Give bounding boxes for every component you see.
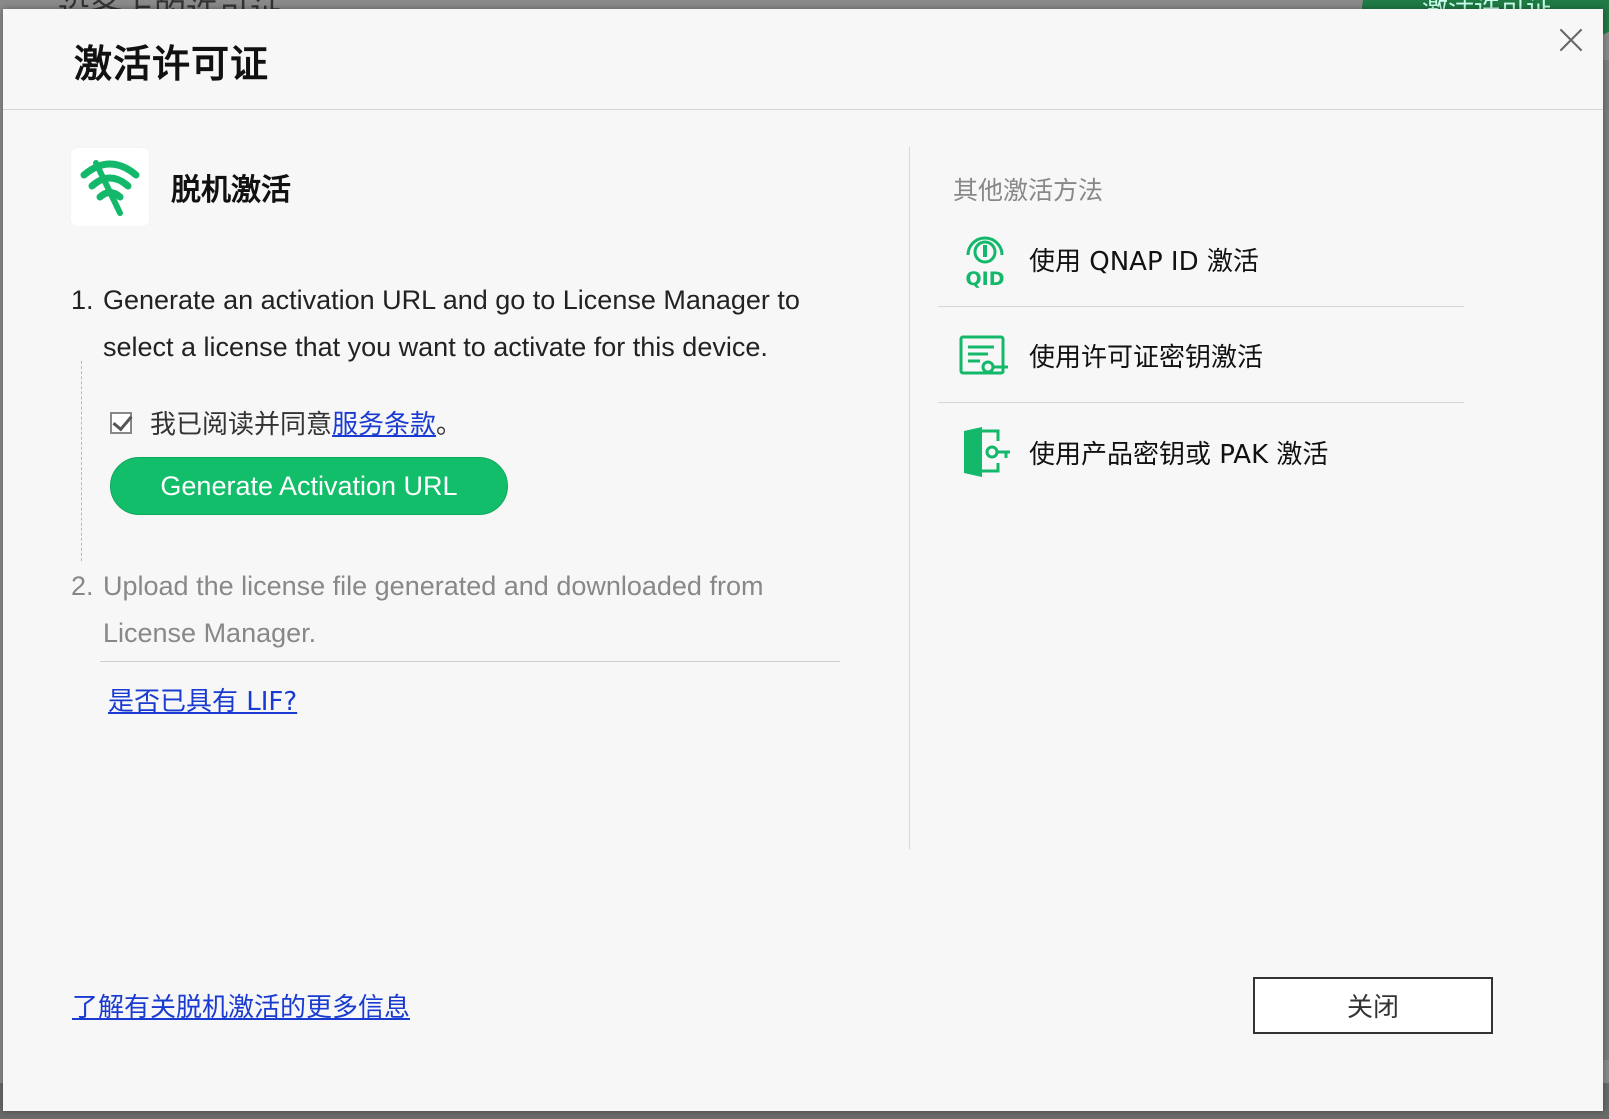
terms-of-service-link[interactable]: 服务条款: [332, 404, 436, 441]
close-button[interactable]: 关闭: [1253, 977, 1493, 1034]
offline-activation-info-link[interactable]: 了解有关脱机激活的更多信息: [72, 987, 410, 1024]
terms-suffix: 。: [436, 410, 463, 440]
offline-activation-title: 脱机激活: [171, 173, 291, 208]
terms-checkbox[interactable]: [110, 411, 132, 434]
generate-activation-url-button[interactable]: Generate Activation URL: [110, 457, 508, 515]
step-1-text: Generate an activation URL and go to Lic…: [103, 285, 800, 362]
method-license-key[interactable]: 使用许可证密钥激活: [938, 309, 1464, 403]
dialog-title: 激活许可证: [74, 42, 270, 86]
offline-activation-header: 脱机激活: [71, 147, 291, 227]
qid-icon: QID: [955, 230, 1015, 290]
step-connector: [81, 361, 82, 561]
method-qnap-id[interactable]: QID 使用 QNAP ID 激活: [938, 213, 1464, 307]
terms-agreement-row: 我已阅读并同意 服务条款 。: [110, 404, 462, 441]
have-lif-link[interactable]: 是否已具有 LIF?: [108, 681, 297, 718]
svg-text:QID: QID: [966, 268, 1005, 289]
method-license-key-label: 使用许可证密钥激活: [1029, 343, 1264, 373]
dialog-header: 激活许可证: [3, 9, 1603, 110]
method-product-key-label: 使用产品密钥或 PAK 激活: [1029, 439, 1329, 470]
terms-prefix: 我已阅读并同意: [150, 410, 333, 440]
step-2: 2. Upload the license file generated and…: [71, 563, 831, 657]
method-product-key[interactable]: 使用产品密钥或 PAK 激活: [938, 405, 1464, 499]
step-1-number: 1.: [71, 285, 94, 315]
close-icon[interactable]: [1551, 21, 1591, 61]
column-divider: [909, 147, 910, 849]
divider: [100, 661, 840, 662]
method-qnap-id-label: 使用 QNAP ID 激活: [1029, 247, 1259, 277]
product-key-door-icon: [955, 422, 1015, 482]
activate-license-dialog: 激活许可证 脱机激活 1. Generate an activation URL…: [3, 9, 1603, 1111]
step-1: 1. Generate an activation URL and go to …: [71, 277, 831, 371]
step-2-number: 2.: [71, 571, 94, 601]
step-2-text: Upload the license file generated and do…: [103, 571, 764, 648]
wifi-off-icon: [71, 148, 149, 226]
other-methods-title: 其他激活方法: [953, 176, 1104, 205]
license-key-icon: [955, 326, 1015, 386]
